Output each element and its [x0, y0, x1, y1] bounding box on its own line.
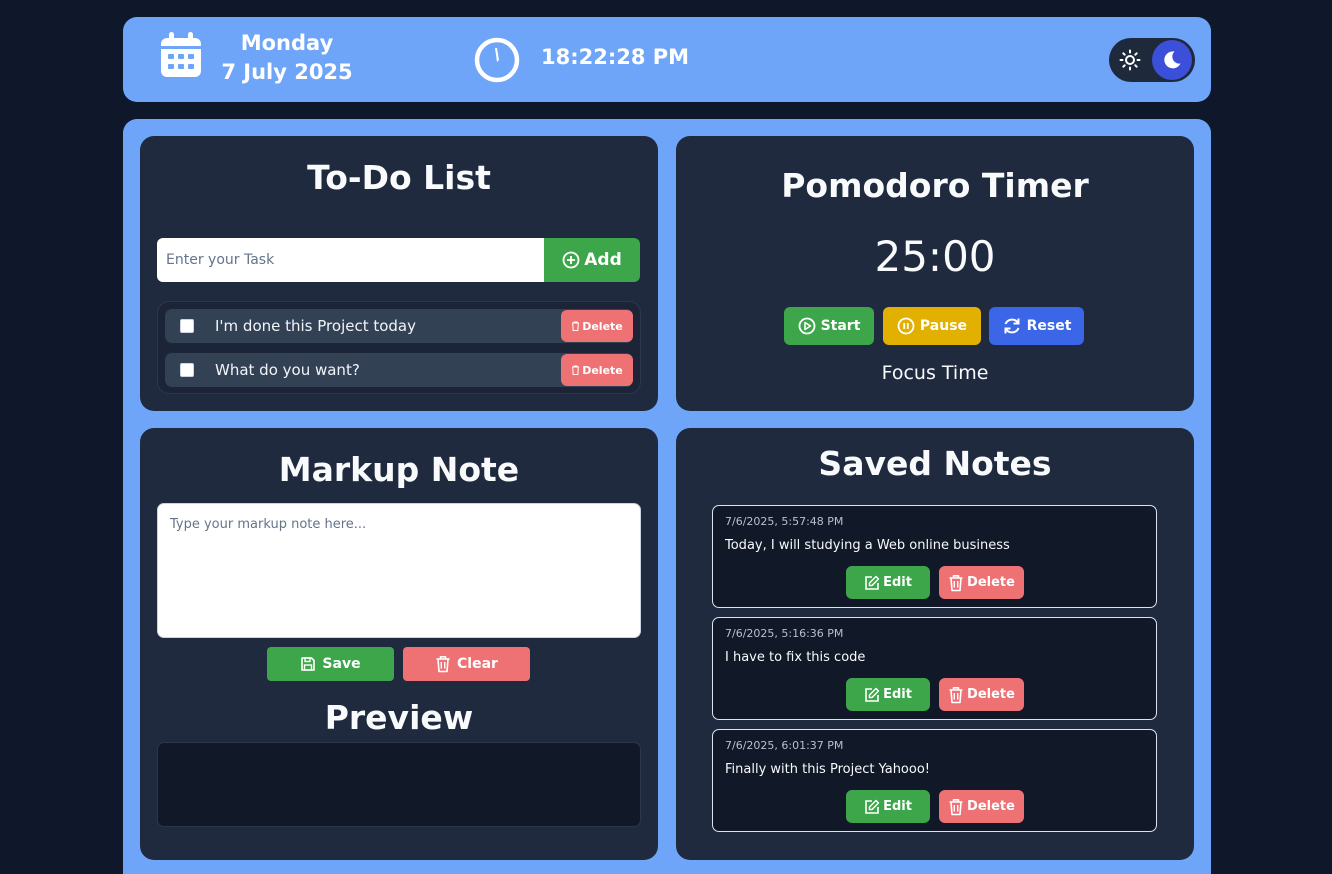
saved-note: 7/6/2025, 5:16:36 PM I have to fix this …: [712, 617, 1157, 720]
refresh-icon: [1002, 316, 1022, 336]
markup-note-card: Markup Note Save Clear Previe: [140, 428, 658, 860]
start-label: Start: [820, 318, 861, 334]
edit-note-label: Edit: [883, 799, 912, 814]
edit-icon: [864, 687, 880, 703]
day-label: Monday: [240, 31, 334, 55]
task-checkbox[interactable]: [180, 363, 194, 377]
timer-mode-label: Focus Time: [881, 362, 989, 384]
preview-box: [157, 742, 641, 827]
start-button[interactable]: Start: [784, 307, 874, 345]
clear-note-label: Clear: [457, 656, 498, 672]
pomodoro-card: Pomodoro Timer 25:00 Start Pause Reset F…: [676, 136, 1194, 411]
saved-note: 7/6/2025, 5:57:48 PM Today, I will study…: [712, 505, 1157, 608]
save-icon: [300, 656, 316, 672]
saved-notes-title: Saved Notes: [818, 444, 1052, 483]
todo-card: To-Do List Add I'm done this Project tod…: [140, 136, 658, 411]
markup-note-textarea[interactable]: [157, 503, 641, 638]
save-note-button[interactable]: Save: [267, 647, 394, 681]
delete-note-button[interactable]: Delete: [939, 790, 1024, 823]
delete-note-label: Delete: [967, 799, 1015, 814]
save-note-label: Save: [322, 656, 361, 672]
moon-icon: [1161, 49, 1183, 71]
trash-icon: [571, 321, 580, 331]
edit-icon: [864, 799, 880, 815]
date-display: Monday 7 July 2025: [211, 29, 363, 87]
edit-note-button[interactable]: Edit: [846, 678, 930, 711]
pause-label: Pause: [919, 318, 968, 334]
delete-note-label: Delete: [967, 575, 1015, 590]
trash-icon: [571, 365, 580, 375]
pomodoro-title: Pomodoro Timer: [781, 166, 1089, 205]
task-text: I'm done this Project today: [215, 317, 417, 335]
task-input[interactable]: [157, 238, 544, 282]
saved-note: 7/6/2025, 6:01:37 PM Finally with this P…: [712, 729, 1157, 832]
delete-task-label: Delete: [582, 319, 623, 333]
markup-note-title: Markup Note: [278, 450, 520, 489]
edit-note-label: Edit: [883, 687, 912, 702]
clear-note-button[interactable]: Clear: [403, 647, 530, 681]
timer-display: 25:00: [874, 232, 996, 281]
task-checkbox[interactable]: [180, 319, 194, 333]
note-text: Today, I will studying a Web online busi…: [725, 538, 1010, 553]
delete-note-button[interactable]: Delete: [939, 678, 1024, 711]
note-timestamp: 7/6/2025, 6:01:37 PM: [725, 739, 844, 752]
task-item: What do you want? Delete: [165, 353, 633, 387]
task-item: I'm done this Project today Delete: [165, 309, 633, 343]
saved-notes-card: Saved Notes 7/6/2025, 5:57:48 PM Today, …: [676, 428, 1194, 860]
reset-label: Reset: [1026, 318, 1072, 334]
calendar-icon: [159, 31, 203, 79]
task-text: What do you want?: [215, 361, 360, 379]
reset-button[interactable]: Reset: [989, 307, 1084, 345]
clock-time: 18:22:28 PM: [541, 45, 690, 69]
delete-task-button[interactable]: Delete: [561, 354, 633, 386]
sun-icon[interactable]: [1119, 49, 1141, 71]
note-timestamp: 7/6/2025, 5:16:36 PM: [725, 627, 844, 640]
trash-icon: [948, 574, 964, 592]
plus-circle-icon: [562, 251, 580, 269]
theme-toggle-knob[interactable]: [1152, 40, 1192, 80]
edit-note-button[interactable]: Edit: [846, 566, 930, 599]
delete-note-label: Delete: [967, 687, 1015, 702]
header-bar: Monday 7 July 2025 18:22:28 PM: [123, 17, 1211, 102]
pause-circle-icon: [897, 317, 915, 335]
todo-title: To-Do List: [307, 158, 491, 197]
trash-icon: [948, 686, 964, 704]
trash-icon: [948, 798, 964, 816]
date-label: 7 July 2025: [221, 60, 353, 84]
delete-task-button[interactable]: Delete: [561, 310, 633, 342]
delete-task-label: Delete: [582, 363, 623, 377]
note-text: I have to fix this code: [725, 650, 866, 665]
preview-title: Preview: [324, 698, 474, 737]
trash-icon: [435, 655, 451, 673]
add-task-label: Add: [584, 250, 622, 270]
note-timestamp: 7/6/2025, 5:57:48 PM: [725, 515, 844, 528]
delete-note-button[interactable]: Delete: [939, 566, 1024, 599]
main-panel: To-Do List Add I'm done this Project tod…: [123, 119, 1211, 874]
play-circle-icon: [798, 317, 816, 335]
pause-button[interactable]: Pause: [883, 307, 981, 345]
clock-icon: [473, 36, 521, 84]
add-task-button[interactable]: Add: [544, 238, 640, 282]
edit-note-button[interactable]: Edit: [846, 790, 930, 823]
task-list: I'm done this Project today Delete What …: [157, 301, 641, 394]
edit-icon: [864, 575, 880, 591]
note-text: Finally with this Project Yahooo!: [725, 762, 931, 777]
edit-note-label: Edit: [883, 575, 912, 590]
theme-toggle[interactable]: [1109, 38, 1195, 82]
